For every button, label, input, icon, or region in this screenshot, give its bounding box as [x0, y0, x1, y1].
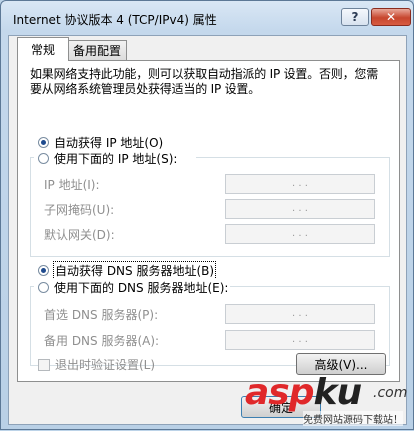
preferred-dns-label: 首选 DNS 服务器(P):: [44, 308, 159, 322]
dns-manual-radio[interactable]: 使用下面的 DNS 服务器地址(E):: [38, 279, 228, 296]
ip-address-input[interactable]: . . .: [225, 174, 375, 194]
radio-checked-icon: [38, 265, 49, 276]
ip-manual-radio[interactable]: 使用下面的 IP 地址(S):: [38, 150, 177, 167]
subnet-mask-input[interactable]: . . .: [225, 199, 375, 219]
radio-unchecked-icon: [38, 282, 49, 293]
window-title: Internet 协议版本 4 (TCP/IPv4) 属性: [13, 13, 217, 27]
checkbox-unchecked-icon: [38, 358, 50, 371]
alternate-dns-label: 备用 DNS 服务器(A):: [44, 334, 160, 348]
description-text: 如果网络支持此功能，则可以获取自动指派的 IP 设置。否则，您需要从网络系统管理…: [30, 67, 379, 96]
subnet-mask-label: 子网掩码(U):: [44, 203, 115, 217]
general-tab-panel: 如果网络支持此功能，则可以获取自动指派的 IP 设置。否则，您需要从网络系统管理…: [17, 60, 400, 382]
radio-unchecked-icon: [38, 153, 49, 164]
dialog-window: Internet 协议版本 4 (TCP/IPv4) 属性 ? ✕ 常规 备用配…: [0, 0, 414, 430]
ok-button[interactable]: 确定: [241, 396, 321, 418]
default-gateway-input[interactable]: . . .: [225, 224, 375, 244]
tab-general-label: 常规: [30, 43, 55, 57]
advanced-button[interactable]: 高级(V)...: [296, 353, 386, 375]
dns-auto-radio[interactable]: 自动获得 DNS 服务器地址(B): [38, 261, 217, 280]
ip-address-label: IP 地址(I):: [44, 178, 100, 192]
tab-alternate-configuration[interactable]: 备用配置: [67, 40, 127, 60]
default-gateway-label: 默认网关(D):: [44, 228, 115, 242]
dns-manual-label: 使用下面的 DNS 服务器地址(E):: [54, 281, 229, 295]
validate-on-exit-checkbox[interactable]: 退出时验证设置(L): [38, 356, 155, 373]
close-icon: ✕: [385, 10, 397, 24]
ip-manual-label: 使用下面的 IP 地址(S):: [54, 152, 178, 166]
tab-alternate-label: 备用配置: [72, 44, 121, 58]
alternate-dns-input[interactable]: . . .: [225, 330, 375, 350]
radio-checked-icon: [38, 137, 49, 148]
preferred-dns-input[interactable]: . . .: [225, 304, 375, 324]
help-button[interactable]: ?: [341, 8, 369, 26]
tab-general[interactable]: 常规: [17, 37, 69, 61]
close-button[interactable]: ✕: [371, 8, 411, 26]
dns-auto-label: 自动获得 DNS 服务器地址(B): [52, 261, 217, 280]
validate-on-exit-label: 退出时验证设置(L): [55, 358, 156, 372]
